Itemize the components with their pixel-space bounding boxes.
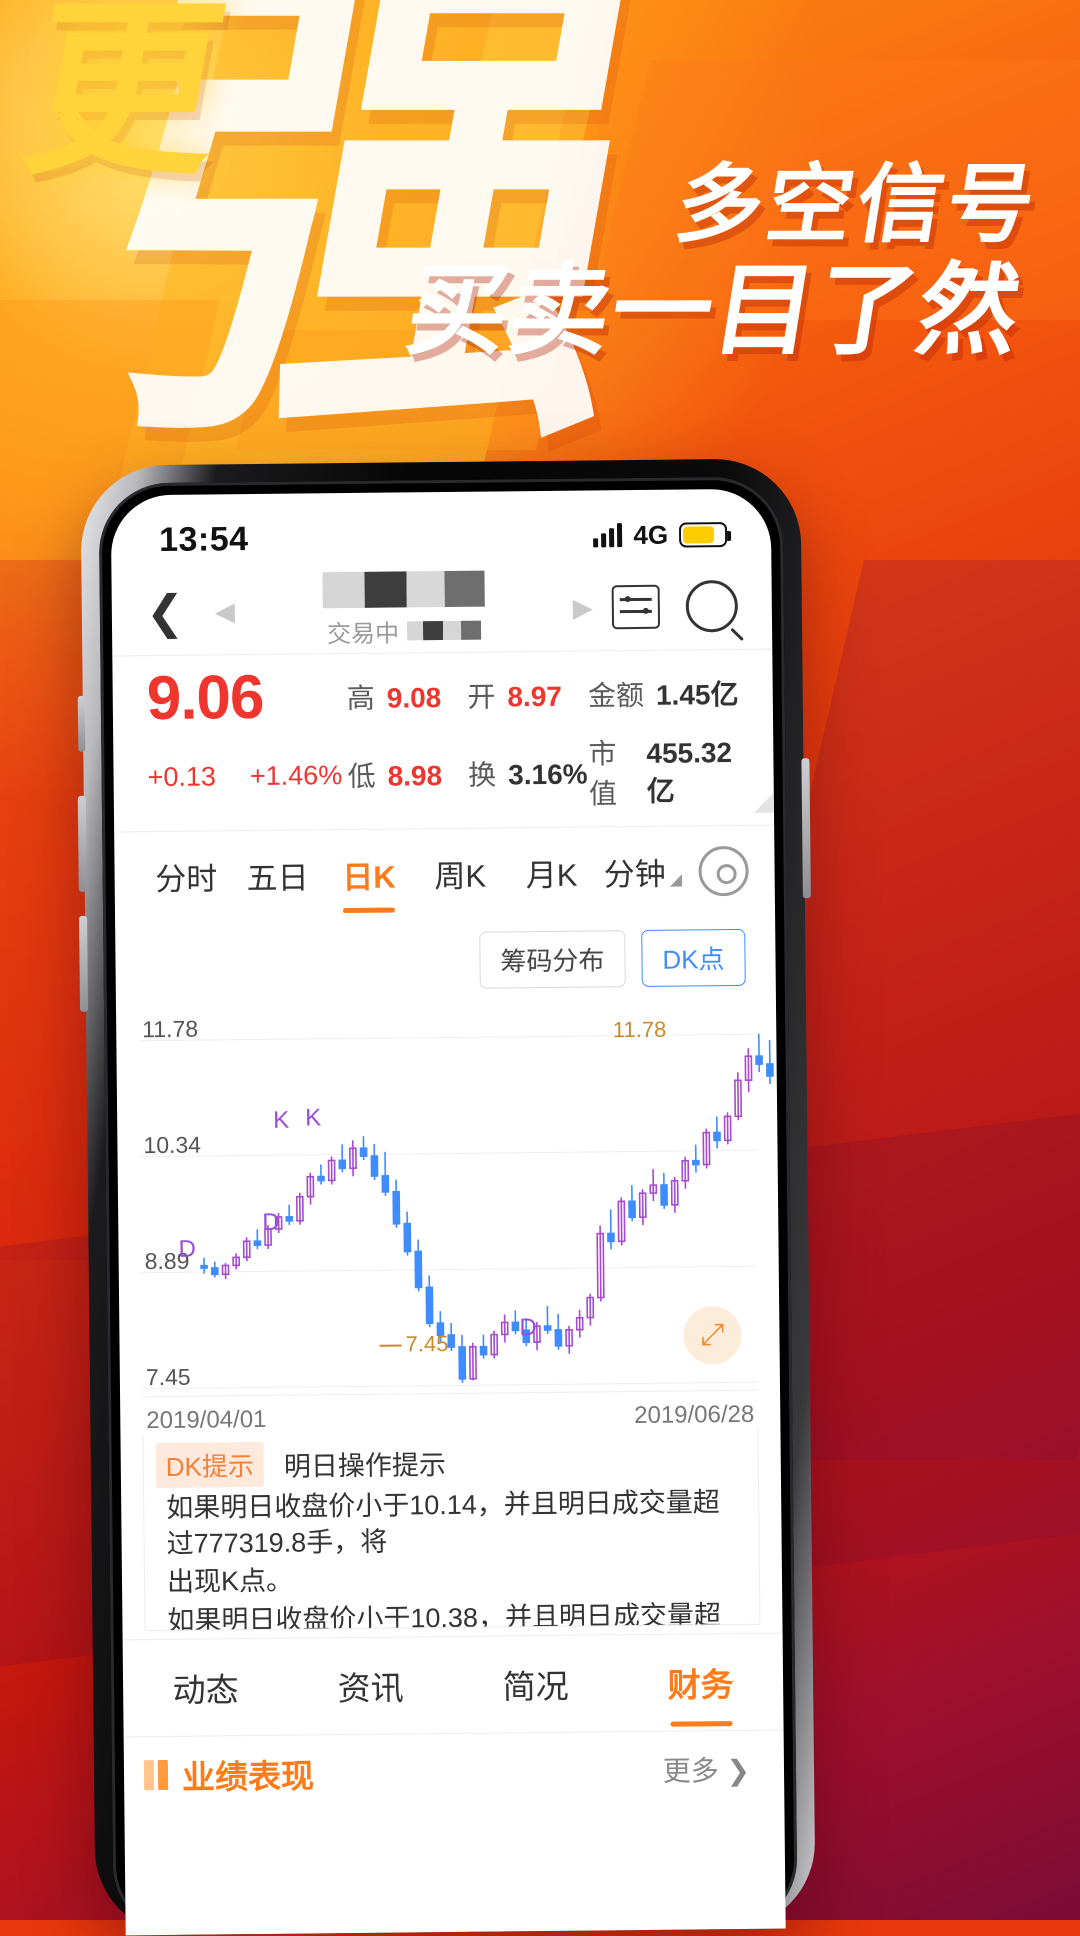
tab-fenzhong[interactable]: 分钟◢ [597, 849, 689, 895]
stock-code-redacted [407, 620, 481, 640]
quote-cell-amount: 金额 1.45亿 [588, 672, 739, 714]
phone-mockup: 13:54 4G ❮ ◀ 交易中 [80, 458, 815, 1935]
search-icon[interactable] [686, 580, 739, 633]
d-signal-marker: D [262, 1209, 280, 1237]
quote-cell-high: 高 9.08 [347, 675, 468, 716]
section-title: 业绩表现 [182, 1746, 663, 1799]
chevron-down-icon: ◢ [670, 872, 682, 889]
tab-rik[interactable]: 日K [323, 851, 415, 897]
phone-volume-up-button[interactable] [78, 796, 87, 892]
chart-indicator-chips: 筹码分布 DK点 [115, 915, 776, 999]
quote-value: 3.16% [508, 759, 588, 792]
performance-section-header: 业绩表现 更多 ❯ [124, 1730, 785, 1800]
status-bar: 13:54 4G [111, 489, 772, 570]
phone-volume-down-button[interactable] [79, 916, 88, 1012]
phone-screen: 13:54 4G ❮ ◀ 交易中 [111, 489, 786, 1936]
network-type-label: 4G [633, 519, 668, 550]
expand-corner-icon[interactable] [754, 793, 774, 813]
quote-value: 1.45亿 [656, 672, 739, 713]
tab-caiwu[interactable]: 财务 [618, 1658, 783, 1708]
quote-key: 开 [467, 675, 495, 715]
phone-bezel: 13:54 4G ❮ ◀ 交易中 [99, 476, 798, 1935]
back-chevron-icon[interactable]: ❮ [146, 589, 202, 636]
dk-tips-title: 明日操作提示 [284, 1443, 446, 1484]
price-change-group: +0.13 +1.46% [147, 760, 347, 793]
stock-subtitle: 交易中 [327, 612, 481, 649]
more-link[interactable]: 更多 ❯ [663, 1749, 751, 1790]
quote-value: 455.32亿 [646, 737, 740, 810]
quote-value: 8.98 [387, 760, 442, 793]
poster-headline-line2: 买卖一目了然 [400, 256, 1029, 366]
poster-char-geng: 更 [16, 10, 231, 172]
chart-date-start: 2019/04/01 [146, 1406, 266, 1435]
quote-cell-turnover: 换 3.16% [468, 753, 589, 794]
quote-key: 金额 [588, 673, 644, 714]
sliders-icon[interactable] [612, 585, 660, 630]
nav-actions [612, 580, 739, 633]
quote-row-2: +0.13 +1.46% 低 8.98 换 3.16% 市值 455.32亿 [147, 731, 740, 817]
app-nav-bar: ❮ ◀ 交易中 ▶ [111, 563, 772, 656]
prev-stock-icon[interactable]: ◀ [202, 596, 248, 627]
quote-value: 9.08 [387, 682, 442, 715]
stock-title[interactable]: 交易中 [247, 569, 560, 649]
chip-chouma[interactable]: 筹码分布 [479, 930, 626, 989]
dk-tip-line: 如果明日收盘价小于10.38，并且明日成交量超过1587027.9手， [157, 1596, 748, 1631]
quote-key: 换 [468, 754, 496, 794]
content-tabs: 动态 资讯 简况 财务 [123, 1633, 784, 1737]
stock-name-redacted [322, 570, 484, 608]
tab-dongtai[interactable]: 动态 [123, 1663, 288, 1713]
tab-fenshi[interactable]: 分时 [140, 853, 232, 899]
price-change: +0.13 [147, 761, 216, 793]
tab-yuek[interactable]: 月K [506, 850, 598, 896]
dk-tip-line: 出现K点。 [157, 1558, 747, 1600]
quote-cell-open: 开 8.97 [467, 674, 588, 715]
phone-mute-button[interactable] [78, 696, 86, 752]
quote-cell-marketcap: 市值 455.32亿 [588, 731, 740, 813]
chart-period-tabs: 分时 五日 日K 周K 月K 分钟◢ [114, 825, 775, 922]
poster-headline-line1: 多空信号 [418, 160, 1044, 250]
quote-row-1: 9.06 高 9.08 开 8.97 金额 1.45亿 [146, 660, 739, 731]
price-change-pct: +1.46% [250, 760, 343, 792]
chart-date-end: 2019/06/28 [634, 1401, 754, 1430]
status-indicators: 4G [593, 519, 727, 551]
quote-key: 市值 [588, 732, 635, 812]
next-stock-icon[interactable]: ▶ [560, 592, 606, 623]
tab-jiankuang[interactable]: 简况 [453, 1659, 618, 1709]
poster-headline: 多空信号 买卖一目了然 [400, 160, 1045, 366]
tab-zhouk[interactable]: 周K [414, 850, 506, 896]
quote-value: 8.97 [507, 680, 562, 713]
quote-key: 低 [347, 755, 375, 795]
k-signal-marker: K [305, 1104, 321, 1132]
chip-dk[interactable]: DK点 [641, 929, 746, 987]
low-price-annotation: 7.45 [379, 1331, 448, 1358]
dk-tips-header: DK提示 play-triangle-icon 明日操作提示 [156, 1437, 746, 1488]
k-signal-marker: K [273, 1107, 289, 1135]
last-price: 9.06 [146, 664, 347, 731]
d-signal-marker: D [178, 1236, 196, 1264]
quote-key: 高 [347, 676, 375, 716]
quote-cell-low: 低 8.98 [347, 754, 468, 795]
phone-power-button[interactable] [801, 758, 810, 898]
battery-icon [679, 522, 727, 548]
tab-wuri[interactable]: 五日 [232, 852, 324, 898]
d-signal-marker: D [519, 1314, 537, 1342]
gear-icon[interactable] [698, 845, 749, 896]
dk-tip-line: 如果明日收盘价小于10.14，并且明日成交量超过777319.8手，将 [156, 1484, 747, 1563]
chart-date-range: 2019/04/01 2019/06/28 [120, 1391, 780, 1436]
trading-status-label: 交易中 [327, 613, 399, 649]
dk-tag-badge: DK提示 [156, 1442, 265, 1488]
status-time: 13:54 [159, 520, 249, 560]
signal-bars-icon [593, 523, 622, 547]
kline-chart[interactable]: 11.78 10.34 8.89 7.45 11.78 7.45 K K D D… [138, 998, 758, 1397]
tab-zixun[interactable]: 资讯 [288, 1661, 453, 1711]
section-accent-icon [158, 1760, 168, 1790]
quote-panel: 9.06 高 9.08 开 8.97 金额 1.45亿 [112, 649, 774, 832]
high-price-annotation: 11.78 [613, 1017, 667, 1044]
dk-tips-panel[interactable]: DK提示 play-triangle-icon 明日操作提示 如果明日收盘价小于… [142, 1429, 760, 1631]
